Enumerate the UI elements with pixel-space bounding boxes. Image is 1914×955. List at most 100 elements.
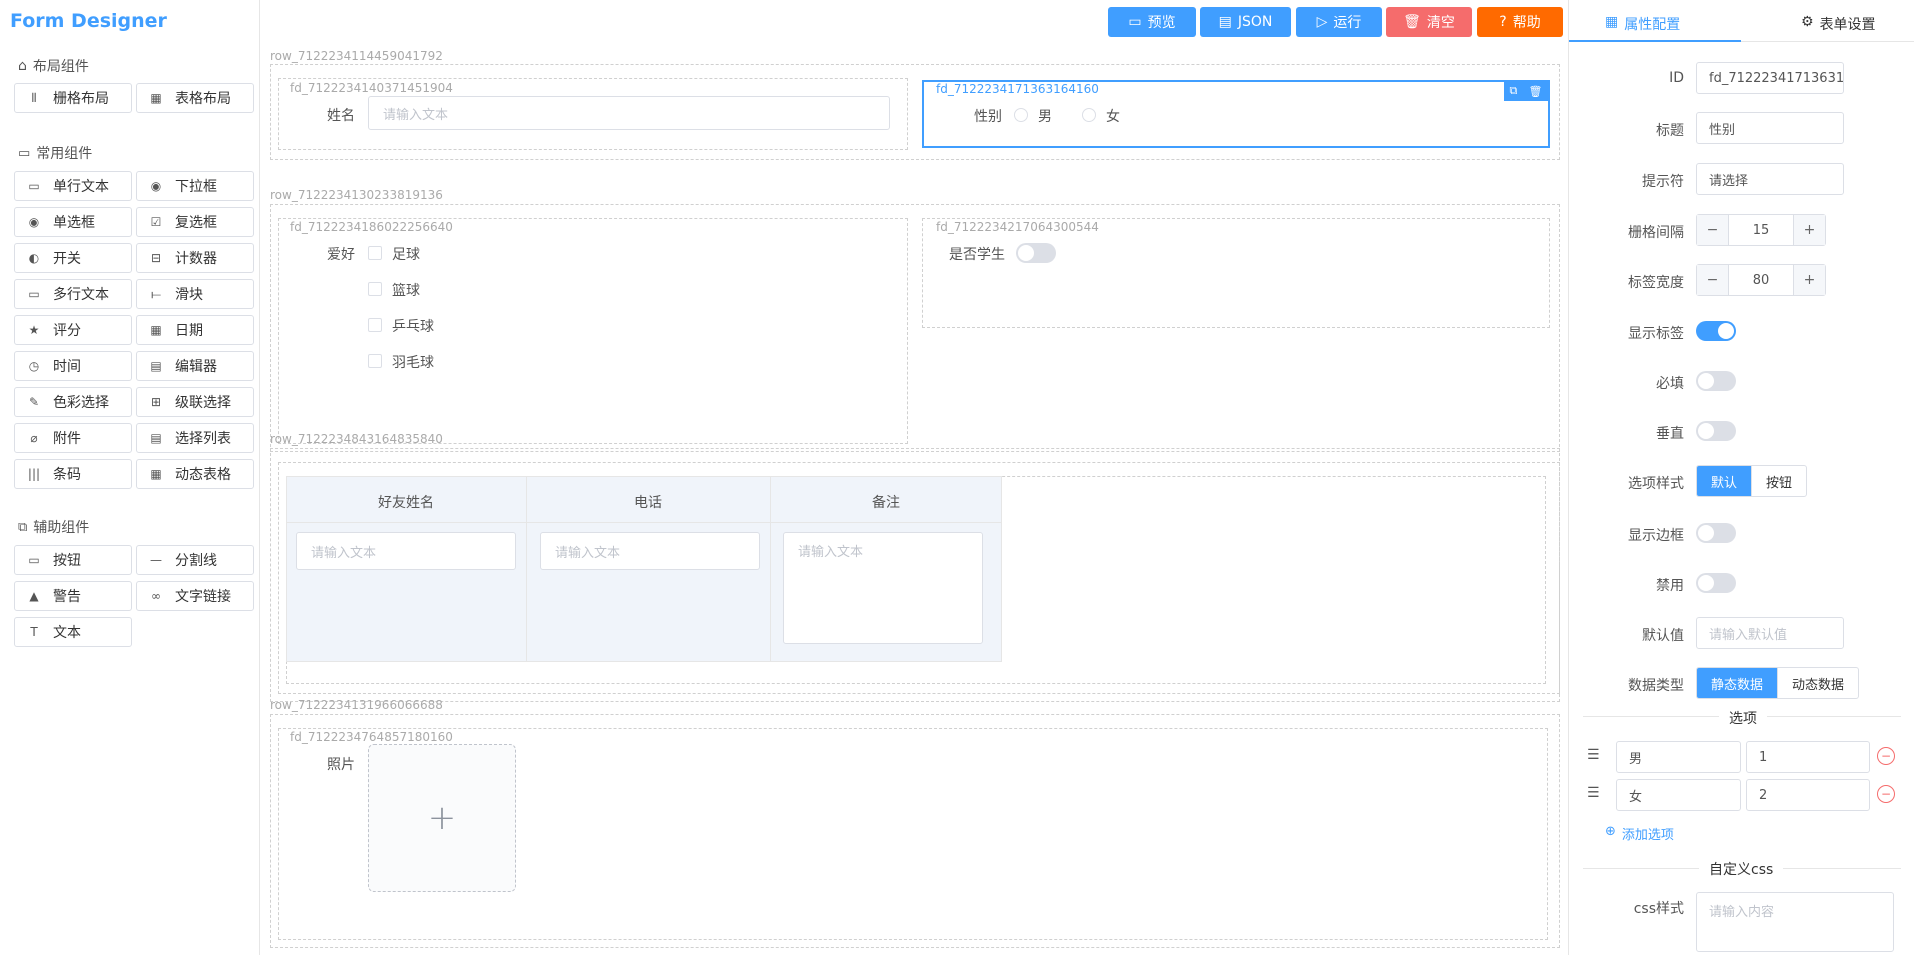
name-input[interactable]: 请输入文本: [368, 96, 890, 130]
friend-name-input[interactable]: 请输入文本: [296, 532, 516, 570]
option-value-input[interactable]: 2: [1746, 779, 1870, 811]
layers-icon: ▭: [18, 145, 31, 161]
switch-icon: ◐: [28, 251, 40, 265]
warning-icon: ▲: [29, 589, 39, 603]
json-button[interactable]: ▤ JSON: [1200, 7, 1291, 37]
component-aux-4[interactable]: T 文本: [14, 617, 132, 647]
prop-label_width-stepper[interactable]: −80 +: [1696, 264, 1826, 296]
component-layout-1[interactable]: ▦ 表格布局: [136, 83, 254, 113]
component-common-4[interactable]: ◐ 开关: [14, 243, 132, 273]
tab-form-settings[interactable]: ⚙ 表单设置: [1801, 14, 1876, 34]
table-icon: ▦: [150, 91, 162, 105]
field-id-label: fd_7122234171363164160: [936, 82, 1099, 96]
option-label-input[interactable]: 女: [1616, 779, 1741, 811]
component-common-11[interactable]: ▤ 编辑器: [136, 351, 254, 381]
phone-input[interactable]: 请输入文本: [540, 532, 760, 570]
component-common-0[interactable]: ▭ 单行文本: [14, 171, 132, 201]
copy-icon[interactable]: ⧉: [1510, 84, 1518, 98]
textarea-icon: ▭: [28, 287, 40, 301]
remove-option-icon[interactable]: −: [1877, 747, 1895, 765]
radio-female[interactable]: [1082, 108, 1096, 122]
segment-option[interactable]: 静态数据: [1697, 668, 1778, 698]
prop-label: 选项样式: [1628, 476, 1684, 492]
plus-icon[interactable]: +: [1793, 215, 1825, 245]
columns-icon: ⦀: [31, 90, 37, 105]
component-aux-3[interactable]: ∞ 文字链接: [136, 581, 254, 611]
segment-option[interactable]: 动态数据: [1777, 668, 1858, 698]
prop-show_border-switch[interactable]: [1696, 523, 1736, 543]
prop-title-input[interactable]: 性别: [1696, 112, 1844, 144]
segment-option[interactable]: 按钮: [1751, 466, 1806, 496]
component-layout-0[interactable]: ⦀ 栅格布局: [14, 83, 132, 113]
component-common-10[interactable]: ◷ 时间: [14, 351, 132, 381]
component-common-3[interactable]: ☑ 复选框: [136, 207, 254, 237]
trash-icon[interactable]: 🗑: [1528, 85, 1542, 98]
prop-label: 垂直: [1656, 426, 1684, 442]
checkbox-pingpong[interactable]: [368, 318, 382, 332]
option-value-input[interactable]: 1: [1746, 741, 1870, 773]
minus-icon[interactable]: −: [1697, 215, 1729, 245]
component-common-5[interactable]: ⊟ 计数器: [136, 243, 254, 273]
component-common-17[interactable]: ▦ 动态表格: [136, 459, 254, 489]
prop-id-input[interactable]: fd_71222341713631: [1696, 62, 1844, 94]
prop-default_value-input[interactable]: 请输入默认值: [1696, 617, 1844, 649]
component-common-12[interactable]: ✎ 色彩选择: [14, 387, 132, 417]
gender-label: 性别: [974, 109, 1002, 125]
component-aux-0[interactable]: ▭ 按钮: [14, 545, 132, 575]
radio-icon: ◉: [28, 215, 40, 229]
home-icon: ⌂: [18, 58, 27, 74]
component-common-6[interactable]: ▭ 多行文本: [14, 279, 132, 309]
checkbox-football[interactable]: [368, 246, 382, 260]
option-label-input[interactable]: 男: [1616, 741, 1741, 773]
add-option-button[interactable]: ⊕ 添加选项: [1605, 824, 1674, 843]
student-switch[interactable]: [1016, 243, 1056, 263]
remove-option-icon[interactable]: −: [1877, 785, 1895, 803]
prop-show_label-switch[interactable]: [1696, 321, 1736, 341]
row-id-label: row_7122234114459041792: [270, 49, 443, 63]
segment-option[interactable]: 默认: [1697, 466, 1752, 496]
minus-icon[interactable]: −: [1697, 265, 1729, 295]
drag-handle-icon[interactable]: ☰: [1587, 747, 1600, 763]
component-common-13[interactable]: ⊞ 级联选择: [136, 387, 254, 417]
help-button[interactable]: ? 帮助: [1477, 7, 1563, 37]
form-item-student[interactable]: [922, 218, 1550, 328]
component-common-2[interactable]: ◉ 单选框: [14, 207, 132, 237]
checkbox-badminton[interactable]: [368, 354, 382, 368]
plus-icon[interactable]: +: [1793, 265, 1825, 295]
drag-handle-icon[interactable]: ☰: [1587, 785, 1600, 801]
component-common-14[interactable]: ⌀ 附件: [14, 423, 132, 453]
prop-disabled-switch[interactable]: [1696, 573, 1736, 593]
component-common-15[interactable]: ▤ 选择列表: [136, 423, 254, 453]
prop-gutter-stepper[interactable]: −15 +: [1696, 214, 1826, 246]
preview-button[interactable]: ▭ 预览: [1108, 7, 1196, 37]
remark-textarea[interactable]: 请输入文本: [783, 532, 983, 644]
radio-male[interactable]: [1014, 108, 1028, 122]
prop-hint-input[interactable]: 请选择: [1696, 163, 1844, 195]
component-common-7[interactable]: ⟝ 滑块: [136, 279, 254, 309]
prop-label: 标题: [1656, 123, 1684, 139]
tab-properties[interactable]: ▦ 属性配置: [1605, 14, 1680, 34]
checkbox-label: 乒乓球: [392, 319, 434, 335]
divider-icon: —: [150, 553, 162, 567]
checkbox-label: 足球: [392, 247, 420, 263]
clear-button[interactable]: 🗑 清空: [1386, 7, 1472, 37]
component-aux-1[interactable]: — 分割线: [136, 545, 254, 575]
css-title: 自定义css: [1699, 859, 1784, 879]
checkbox-icon: ☑: [150, 215, 162, 229]
prop-required-switch[interactable]: [1696, 371, 1736, 391]
checkbox-basketball[interactable]: [368, 282, 382, 296]
component-common-1[interactable]: ◉ 下拉框: [136, 171, 254, 201]
prop-vertical-switch[interactable]: [1696, 421, 1736, 441]
component-aux-2[interactable]: ▲ 警告: [14, 581, 132, 611]
run-button[interactable]: ▷ 运行: [1296, 7, 1382, 37]
prop-label: css样式: [1633, 901, 1684, 917]
radio-male-label: 男: [1038, 109, 1052, 125]
component-common-16[interactable]: ||| 条码: [14, 459, 132, 489]
row-id-label: row_7122234130233819136: [270, 188, 443, 202]
column-header: 好友姓名: [378, 495, 434, 511]
component-common-8[interactable]: ★ 评分: [14, 315, 132, 345]
student-label: 是否学生: [949, 247, 1005, 263]
css-textarea[interactable]: 请输入内容: [1696, 892, 1894, 952]
upload-plus-icon[interactable]: +: [368, 744, 516, 892]
component-common-9[interactable]: ▦ 日期: [136, 315, 254, 345]
